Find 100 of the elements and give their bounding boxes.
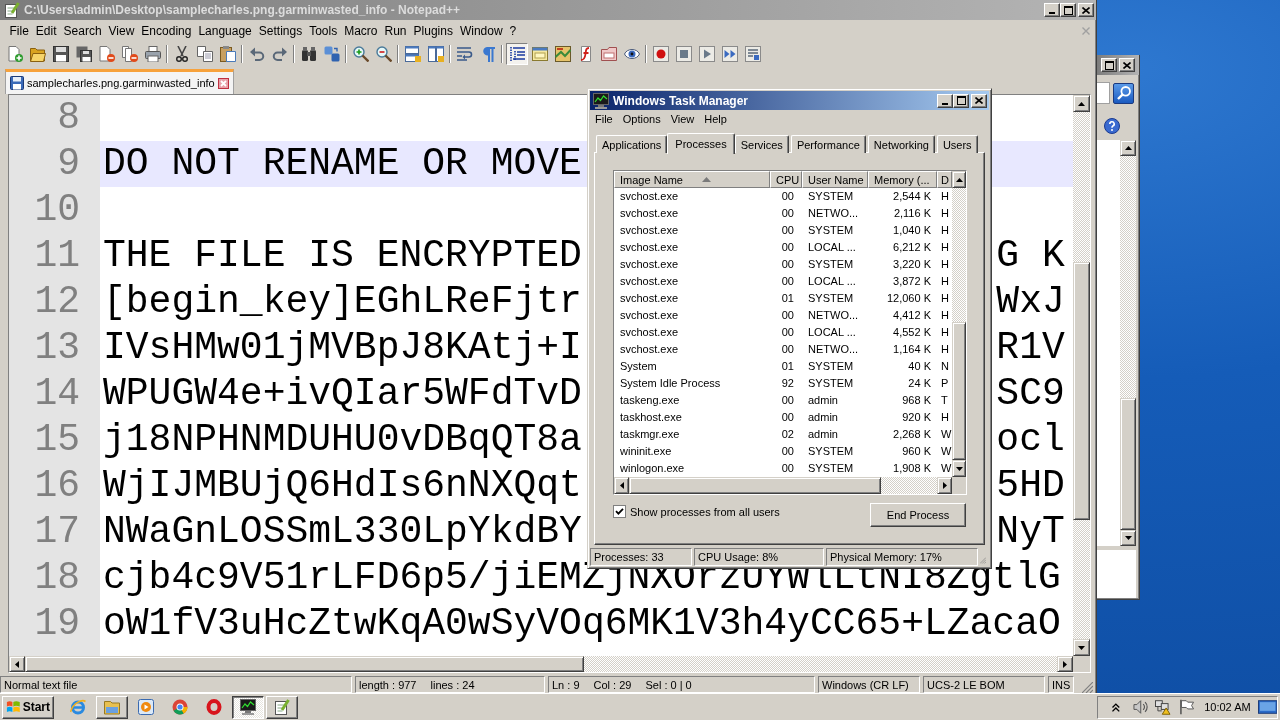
indent-guide-icon[interactable] xyxy=(505,43,528,65)
scroll-up-button[interactable] xyxy=(1073,95,1090,112)
scrollbar-thumb[interactable] xyxy=(1120,398,1136,530)
start-button[interactable]: Start xyxy=(2,695,54,719)
word-wrap-icon[interactable] xyxy=(456,46,473,62)
record-icon[interactable] xyxy=(652,46,669,62)
end-process-button[interactable]: End Process xyxy=(870,503,966,527)
tab[interactable]: Processes xyxy=(667,133,735,154)
speaker-icon[interactable] xyxy=(1132,699,1149,715)
menu-item[interactable]: File xyxy=(6,24,33,38)
scissors-icon[interactable] xyxy=(173,46,190,62)
column-header[interactable]: D xyxy=(937,171,952,188)
scroll-left-button[interactable] xyxy=(9,656,25,672)
menu-item[interactable]: Window xyxy=(456,24,507,38)
menu-item[interactable]: Tools xyxy=(305,24,341,38)
column-header[interactable]: CPU xyxy=(770,171,802,188)
taskbar-button[interactable] xyxy=(232,695,264,719)
scroll-down-button[interactable] xyxy=(1073,639,1090,656)
table-cell-text: SYSTEM xyxy=(807,291,855,306)
menu-item[interactable]: ? xyxy=(506,24,520,38)
zoom-out-icon[interactable] xyxy=(375,46,392,62)
resize-grip-icon[interactable] xyxy=(1082,682,1093,693)
tab[interactable]: Applications xyxy=(596,135,668,153)
new-document-icon[interactable] xyxy=(6,46,23,62)
table-cell-text: SYSTEM xyxy=(807,359,855,374)
replace-icon[interactable] xyxy=(323,46,340,62)
close-icon xyxy=(975,97,983,104)
flag-icon[interactable] xyxy=(1178,699,1195,715)
table-cell-text: 24 K xyxy=(907,376,932,391)
clipboard-icon[interactable] xyxy=(219,46,236,62)
undo-icon[interactable] xyxy=(248,46,265,62)
side-windows-icon[interactable] xyxy=(427,46,444,62)
scroll-up-button[interactable] xyxy=(952,171,966,188)
scroll-left-button[interactable] xyxy=(614,477,629,494)
scrollbar-thumb[interactable] xyxy=(1073,262,1090,520)
menu-item[interactable]: Language xyxy=(194,24,256,38)
menu-item[interactable]: Encoding xyxy=(137,24,195,38)
maximize-button[interactable] xyxy=(953,93,969,108)
menu-item[interactable]: View xyxy=(665,113,700,125)
network-icon[interactable] xyxy=(1155,699,1171,715)
table-cell-text: 00 xyxy=(780,393,795,408)
tab[interactable]: Services xyxy=(734,135,789,153)
play-icon[interactable] xyxy=(698,46,715,62)
scroll-down-button[interactable] xyxy=(1120,530,1136,546)
printer-icon[interactable] xyxy=(144,46,161,62)
scroll-down-button[interactable] xyxy=(952,460,966,477)
table-cell-text: H xyxy=(940,274,950,289)
macro-list-icon[interactable] xyxy=(744,46,761,62)
menu-item[interactable]: Search xyxy=(60,24,106,38)
copy-icon[interactable] xyxy=(196,46,213,62)
column-header[interactable]: Memory (... xyxy=(868,171,937,188)
show-desktop-icon[interactable] xyxy=(1257,700,1277,714)
clock[interactable]: 10:02 AM xyxy=(1204,701,1251,713)
fast-forward-icon[interactable] xyxy=(721,46,738,62)
status-text: Normal text file xyxy=(4,678,78,691)
help-icon[interactable] xyxy=(1104,118,1120,134)
scroll-right-button[interactable] xyxy=(937,477,952,494)
table-cell-text: 00 xyxy=(780,240,795,255)
column-header[interactable]: User Name xyxy=(802,171,868,188)
scroll-right-button[interactable] xyxy=(1057,656,1073,672)
menu-item[interactable]: Run xyxy=(381,24,411,38)
folder-panel-icon[interactable] xyxy=(600,46,617,62)
scrollbar-thumb[interactable] xyxy=(25,656,584,672)
checkbox-label[interactable]: Show processes from all users xyxy=(630,505,780,518)
documents-close-icon[interactable] xyxy=(121,46,138,62)
folder-icon[interactable] xyxy=(29,46,46,62)
scrollbar-thumb[interactable] xyxy=(629,477,881,494)
menu-item[interactable]: Settings xyxy=(255,24,306,38)
document-close-icon[interactable] xyxy=(98,46,115,62)
menu-item[interactable]: Macro xyxy=(340,24,381,38)
zoom-in-icon[interactable] xyxy=(352,46,369,62)
menu-item[interactable]: File xyxy=(590,113,618,125)
close-tab-icon[interactable] xyxy=(217,77,229,89)
menu-item[interactable]: Plugins xyxy=(410,24,457,38)
chevron-up-icon[interactable] xyxy=(1112,702,1120,712)
menu-item[interactable]: Options xyxy=(617,113,666,125)
menu-item[interactable]: View xyxy=(105,24,138,38)
menu-item[interactable]: Edit xyxy=(32,24,61,38)
process-list[interactable] xyxy=(613,170,967,495)
tab[interactable]: Performance xyxy=(790,135,866,153)
redo-icon[interactable] xyxy=(271,46,288,62)
stacked-windows-icon[interactable] xyxy=(404,46,421,62)
binoculars-icon[interactable] xyxy=(300,46,317,62)
column-header[interactable]: Image Name xyxy=(614,171,770,188)
stop-icon[interactable] xyxy=(675,46,692,62)
scrollbar-thumb[interactable] xyxy=(952,322,966,460)
file-tab[interactable]: samplecharles.png.garminwasted_info xyxy=(5,69,234,94)
eye-icon[interactable] xyxy=(623,46,640,62)
search-field[interactable] xyxy=(1097,82,1110,104)
tab[interactable]: Users xyxy=(936,135,978,153)
checkbox[interactable] xyxy=(613,505,626,518)
floppy-disks-icon[interactable] xyxy=(75,46,92,62)
search-button[interactable] xyxy=(1113,82,1134,104)
panel-icon[interactable] xyxy=(531,46,548,62)
minimize-button[interactable] xyxy=(937,93,953,108)
scroll-up-button[interactable] xyxy=(1120,140,1136,156)
menu-item[interactable]: Help xyxy=(699,113,732,125)
tab[interactable]: Networking xyxy=(867,135,935,153)
close-button[interactable] xyxy=(971,93,987,108)
map-icon[interactable] xyxy=(554,46,571,62)
